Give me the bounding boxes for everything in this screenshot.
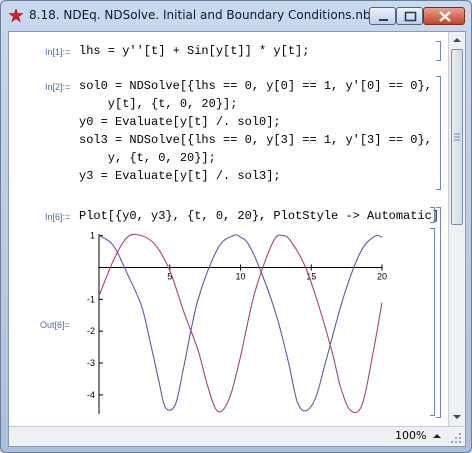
zoom-menu-arrow-icon[interactable]	[432, 431, 442, 441]
cell-bracket[interactable]	[436, 76, 441, 190]
x-tick-label: 20	[377, 271, 387, 281]
minimize-button[interactable]	[369, 7, 396, 25]
input-cell-code[interactable]: lhs = y''[t] + Sin[y[t]] * y[t];	[79, 42, 309, 60]
code-line: y3 = Evaluate[y[t] /. sol3];	[79, 169, 281, 183]
vertical-scrollbar[interactable]	[448, 32, 465, 426]
y-tick-label: -4	[87, 390, 95, 400]
minimize-icon	[379, 19, 388, 21]
x-tick-label: 10	[235, 271, 245, 281]
maximize-icon	[404, 11, 417, 22]
scroll-down-icon[interactable]	[449, 409, 465, 425]
resize-grip-icon[interactable]	[449, 431, 463, 445]
window-title: 8.18. NDEq. NDSolve. Initial and Boundar…	[29, 8, 371, 22]
notebook-content[interactable]: In[1]:= lhs = y''[t] + Sin[y[t]] * y[t];…	[9, 32, 448, 426]
input-label: In[2]:=	[45, 82, 71, 92]
input-label: In[6]:=	[45, 212, 71, 222]
notebook-window: 8.18. NDEq. NDSolve. Initial and Boundar…	[0, 0, 472, 453]
status-bar: 100%	[9, 426, 465, 446]
code-line: sol3 = NDSolve[{lhs == 0, y[3] == 1, y'[…	[79, 133, 432, 147]
input-cell-code[interactable]: Plot[{y0, y3}, {t, 0, 20}, PlotStyle -> …	[79, 207, 439, 225]
code-line: y0 = Evaluate[y[t] /. sol0];	[79, 115, 281, 129]
grip-icon	[454, 133, 460, 141]
code-line: y, {t, 0, 20}];	[79, 151, 216, 165]
close-button[interactable]	[423, 7, 465, 25]
close-icon	[439, 11, 451, 22]
cell-bracket[interactable]	[430, 207, 435, 223]
mathematica-icon	[9, 9, 23, 23]
cell-group-bracket[interactable]	[436, 207, 441, 418]
scrollbar-thumb[interactable]	[451, 49, 463, 225]
plot-output[interactable]: 5 10 15 201-1-2-3-4	[69, 228, 389, 418]
output-cell-bracket[interactable]	[430, 228, 435, 416]
notebook-client-area: In[1]:= lhs = y''[t] + Sin[y[t]] * y[t];…	[8, 31, 466, 447]
maximize-button[interactable]	[396, 7, 423, 25]
input-cell-code[interactable]: sol0 = NDSolve[{lhs == 0, y[0] == 1, y'[…	[79, 77, 432, 185]
scroll-up-icon[interactable]	[449, 32, 465, 48]
code-line: y[t], {t, 0, 20}];	[79, 97, 238, 111]
title-bar[interactable]: 8.18. NDEq. NDSolve. Initial and Boundar…	[1, 1, 471, 31]
y-tick-label: -3	[87, 358, 95, 368]
y-tick-label: -2	[87, 326, 95, 336]
series-line-1	[98, 233, 383, 414]
y-tick-label: -1	[87, 294, 95, 304]
code-line: sol0 = NDSolve[{lhs == 0, y[0] == 1, y'[…	[79, 79, 432, 93]
cell-bracket[interactable]	[436, 41, 441, 61]
y-tick-label: 1	[90, 231, 95, 241]
output-label: Out[6]=	[40, 320, 70, 330]
input-label: In[1]:=	[45, 47, 71, 57]
zoom-level[interactable]: 100%	[395, 429, 426, 442]
